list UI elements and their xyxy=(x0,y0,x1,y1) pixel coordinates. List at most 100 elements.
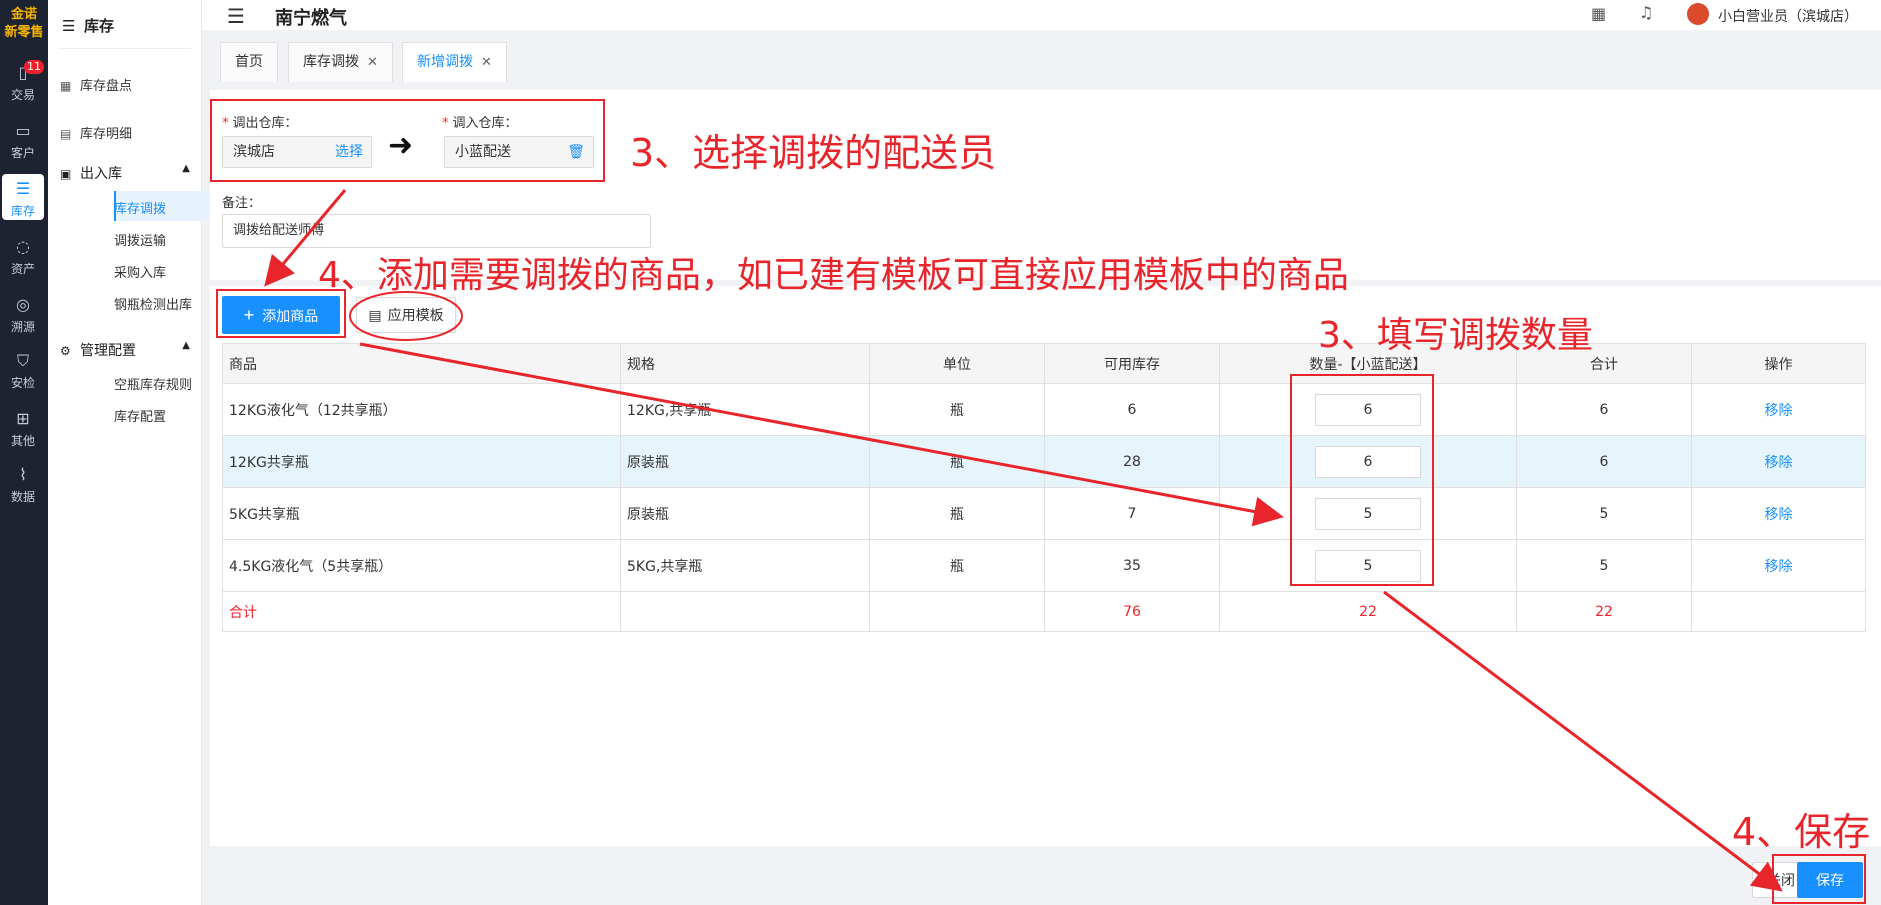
total-empty-spec xyxy=(620,591,870,632)
logo-line1: 金诺 xyxy=(10,7,37,22)
rail-item-inventory[interactable]: ☰ 库存 xyxy=(2,174,44,220)
table-row: 12KG共享瓶 原装瓶 瓶 28 6 6 移除 xyxy=(222,435,1866,488)
other-icon: ⊞ xyxy=(16,409,30,428)
cell-spec: 原装瓶 xyxy=(620,435,870,488)
rail-item-data[interactable]: ⌇ 数据 xyxy=(2,460,44,510)
chevron-up-icon: ▲ xyxy=(182,340,190,351)
remark-label: 备注： xyxy=(222,196,262,211)
remove-link[interactable]: 移除 xyxy=(1691,487,1866,540)
cell-unit: 瓶 xyxy=(869,383,1045,436)
col-header-goods: 商品 xyxy=(222,343,621,384)
rail-item-trade[interactable]: ▯ 交易 11 xyxy=(2,58,44,108)
bell-icon[interactable]: ♫ xyxy=(1639,3,1653,22)
cell-total: 5 xyxy=(1516,539,1692,592)
cell-stock: 35 xyxy=(1044,539,1220,592)
annotation-text-2: 4、添加需要调拨的商品，如已建有模板可直接应用模板中的商品 xyxy=(318,255,1349,296)
cell-total: 6 xyxy=(1516,435,1692,488)
apply-template-label: 应用模板 xyxy=(387,307,444,323)
goods-table: 商品 规格 单位 可用库存 数量-【小蓝配送】 合计 操作 12KG液化气（12… xyxy=(222,343,1866,632)
menu-item-empty-rule[interactable]: 空瓶库存规则 xyxy=(114,374,192,393)
menu-group-config[interactable]: ⚙ 管理配置 ▲ xyxy=(60,340,194,360)
cell-stock: 7 xyxy=(1044,487,1220,540)
annotation-text-4: 4、保存 xyxy=(1732,810,1871,854)
close-icon[interactable]: ✕ xyxy=(481,55,492,70)
remove-link[interactable]: 移除 xyxy=(1691,383,1866,436)
rail-label-other: 其他 xyxy=(10,434,35,448)
rail-item-asset[interactable]: ◌ 资产 xyxy=(2,232,44,282)
table-row: 12KG液化气（12共享瓶） 12KG,共享瓶 瓶 6 6 6 移除 xyxy=(222,383,1866,436)
secondary-menu: ☰ 库存 ▦ 库存盘点 ▤ 库存明细 ▣ 出入库 ▲ 库存调拨 调拨运输 采购入库 钢瓶… xyxy=(48,0,250,905)
avatar[interactable] xyxy=(1687,3,1709,25)
total-row: 合计 76 22 22 xyxy=(222,591,1866,632)
trace-icon: ◎ xyxy=(16,295,30,314)
rail-item-other[interactable]: ⊞ 其他 xyxy=(2,404,44,454)
template-icon: ▤ xyxy=(368,307,382,323)
logo-line2: 新零售 xyxy=(4,25,44,40)
cell-total: 5 xyxy=(1516,487,1692,540)
menu-item-detail[interactable]: ▤ 库存明细 xyxy=(60,123,132,142)
rail-label-trade: 交易 xyxy=(10,88,35,102)
menu-item-stock-config[interactable]: 库存配置 xyxy=(114,406,166,425)
cell-goods: 4.5KG液化气（5共享瓶） xyxy=(222,539,621,592)
rail-label-trace: 溯源 xyxy=(10,320,35,334)
rail-label-customer: 客户 xyxy=(10,146,35,160)
close-icon[interactable]: ✕ xyxy=(367,55,378,70)
document-icon: ▤ xyxy=(60,127,72,141)
cell-spec: 12KG,共享瓶 xyxy=(620,383,870,436)
annotation-box-qty xyxy=(1290,374,1434,586)
tab-transfer[interactable]: 库存调拨 ✕ xyxy=(288,42,393,82)
rail-item-customer[interactable]: ▭ 客户 xyxy=(2,116,44,166)
tab-new-transfer-label: 新增调拨 xyxy=(417,54,473,70)
customer-icon: ▭ xyxy=(15,121,31,140)
tab-transfer-label: 库存调拨 xyxy=(303,54,359,70)
tab-bar: 首页 库存调拨 ✕ 新增调拨 ✕ xyxy=(202,38,1881,82)
annotation-text-1: 3、选择调拨的配送员 xyxy=(630,131,997,175)
menu-item-stocktake[interactable]: ▦ 库存盘点 xyxy=(60,75,132,94)
cell-total: 6 xyxy=(1516,383,1692,436)
apply-template-button[interactable]: ▤ 应用模板 xyxy=(356,297,456,333)
col-header-spec: 规格 xyxy=(620,343,870,384)
remark-input[interactable]: 调拨给配送师傅 xyxy=(222,214,651,248)
menu-item-cylinder-out[interactable]: 钢瓶检测出库 xyxy=(114,294,192,313)
col-header-stock: 可用库存 xyxy=(1044,343,1220,384)
chevron-up-icon: ▲ xyxy=(182,163,190,174)
cell-stock: 28 xyxy=(1044,435,1220,488)
rail-item-trace[interactable]: ◎ 溯源 xyxy=(2,290,44,340)
inout-icon: ▣ xyxy=(60,167,72,181)
annotation-text-3: 3、填写调拨数量 xyxy=(1318,315,1593,356)
cell-unit: 瓶 xyxy=(869,487,1045,540)
menu-item-transport[interactable]: 调拨运输 xyxy=(114,230,166,249)
rail-item-safety[interactable]: ⛉ 安检 xyxy=(2,346,44,396)
list-icon: ☰ xyxy=(62,17,76,35)
inventory-icon: ☰ xyxy=(15,179,31,198)
gear-icon: ⚙ xyxy=(60,344,71,358)
remove-link[interactable]: 移除 xyxy=(1691,539,1866,592)
menu-title-text: 库存 xyxy=(84,17,115,35)
menu-group-inout[interactable]: ▣ 出入库 ▲ xyxy=(60,163,194,183)
col-header-unit: 单位 xyxy=(869,343,1045,384)
menu-toggle-icon[interactable]: ☰ xyxy=(227,4,245,28)
rail-label-inventory: 库存 xyxy=(10,204,35,218)
total-sum: 22 xyxy=(1516,591,1692,632)
remove-link[interactable]: 移除 xyxy=(1691,435,1866,488)
total-empty-unit xyxy=(869,591,1045,632)
qrcode-icon[interactable]: ▦ xyxy=(1591,4,1606,23)
rail-label-asset: 资产 xyxy=(10,262,35,276)
menu-item-transfer[interactable]: 库存调拨 xyxy=(114,198,166,217)
total-stock: 76 xyxy=(1044,591,1220,632)
total-label: 合计 xyxy=(222,591,621,632)
grid-icon: ▦ xyxy=(60,79,72,93)
tab-new-transfer[interactable]: 新增调拨 ✕ xyxy=(402,42,507,82)
company-name: 南宁燃气 xyxy=(275,8,347,29)
total-empty-op xyxy=(1691,591,1866,632)
brand-logo: 金诺 新零售 xyxy=(0,6,48,42)
total-qty: 22 xyxy=(1219,591,1517,632)
user-name[interactable]: 小白营业员（滨城店） xyxy=(1718,6,1858,26)
tab-home[interactable]: 首页 xyxy=(220,42,278,82)
safety-icon: ⛉ xyxy=(16,351,29,370)
rail-label-safety: 安检 xyxy=(10,376,35,390)
cell-spec: 5KG,共享瓶 xyxy=(620,539,870,592)
menu-item-purchase[interactable]: 采购入库 xyxy=(114,262,166,281)
rail-label-data: 数据 xyxy=(10,490,35,504)
cell-unit: 瓶 xyxy=(869,539,1045,592)
